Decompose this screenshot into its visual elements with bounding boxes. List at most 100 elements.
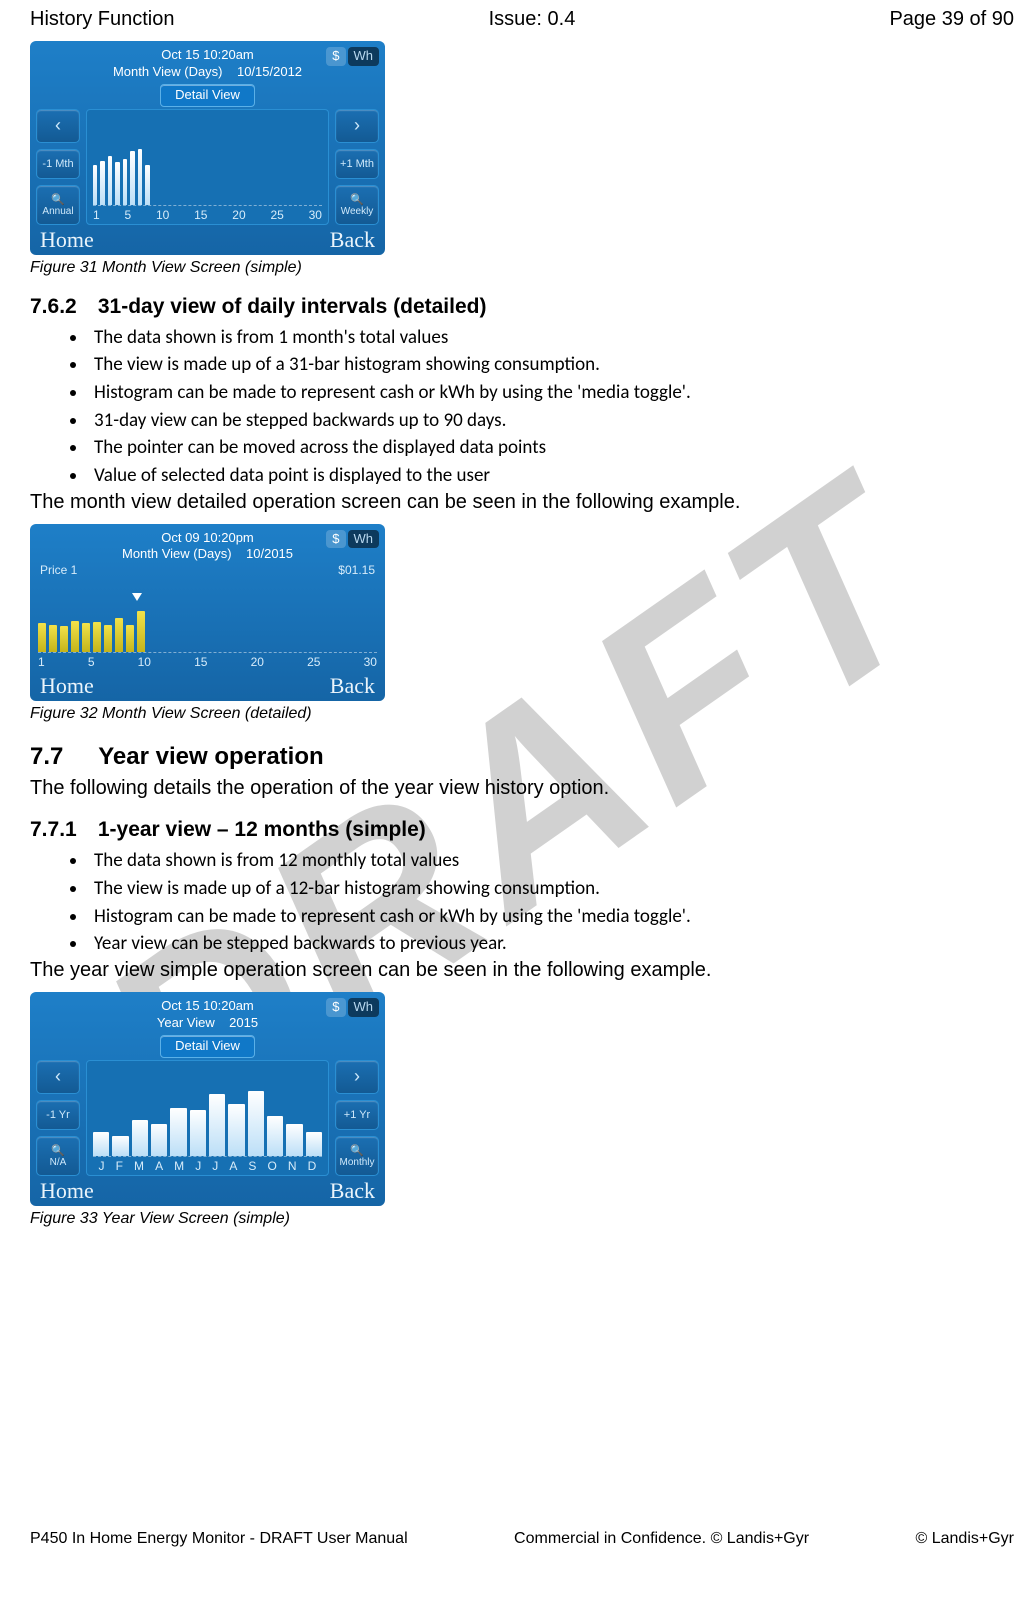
x-tick: O bbox=[267, 1159, 276, 1173]
month-simple-chart: 151015202530 bbox=[86, 109, 329, 225]
x-tick: J bbox=[99, 1159, 105, 1173]
prev-arrow-button[interactable]: ‹ bbox=[36, 109, 80, 143]
zoom-monthly-label: Monthly bbox=[339, 1157, 374, 1168]
year-simple-chart: JFMAMJJASOND bbox=[86, 1060, 329, 1176]
x-tick: 15 bbox=[194, 208, 207, 222]
bullet-item: Histogram can be made to represent cash … bbox=[88, 904, 1014, 930]
toggle-cash[interactable]: $ bbox=[326, 998, 345, 1017]
month-detailed-chart: 151015202530 bbox=[36, 579, 379, 671]
chevron-right-icon: › bbox=[354, 115, 360, 136]
pointer-icon[interactable] bbox=[132, 593, 142, 601]
magnifier-icon: 🔍 bbox=[350, 1144, 364, 1157]
back-button[interactable]: Back bbox=[330, 673, 375, 699]
section-7-6-2-heading: 7.6.2 31-day view of daily intervals (de… bbox=[30, 295, 1014, 319]
bar bbox=[82, 623, 90, 652]
toggle-kwh[interactable]: Wh bbox=[348, 998, 380, 1017]
x-tick: D bbox=[308, 1159, 317, 1173]
bullet-item: Histogram can be made to represent cash … bbox=[88, 380, 1014, 406]
zoom-na-label: N/A bbox=[50, 1157, 67, 1168]
x-axis-labels: 151015202530 bbox=[38, 653, 377, 669]
bar bbox=[71, 621, 79, 652]
detail-view-button[interactable]: Detail View bbox=[160, 1035, 255, 1058]
prev-month-button[interactable]: -1 Mth bbox=[36, 149, 80, 179]
zoom-annual-button[interactable]: 🔍 Annual bbox=[36, 185, 80, 225]
bullet-item: The view is made up of a 12-bar histogra… bbox=[88, 876, 1014, 902]
zoom-weekly-button[interactable]: 🔍 Weekly bbox=[335, 185, 379, 225]
bar bbox=[93, 1132, 109, 1156]
price-label: Price 1 bbox=[40, 563, 77, 577]
bullets-762: The data shown is from 1 month's total v… bbox=[30, 325, 1014, 489]
bullet-item: The data shown is from 1 month's total v… bbox=[88, 325, 1014, 351]
bars-container bbox=[38, 583, 377, 653]
x-tick: 5 bbox=[88, 655, 95, 669]
bar bbox=[145, 165, 149, 205]
section-number: 7.7 bbox=[30, 743, 92, 771]
media-toggle[interactable]: $ Wh bbox=[326, 998, 379, 1017]
home-button[interactable]: Home bbox=[40, 1178, 94, 1204]
section-title: 31-day view of daily intervals (detailed… bbox=[98, 295, 487, 318]
bar bbox=[108, 156, 112, 205]
x-tick: 10 bbox=[156, 208, 169, 222]
x-axis-labels: JFMAMJJASOND bbox=[93, 1157, 322, 1173]
subtitle-right: 10/2015 bbox=[246, 546, 293, 561]
home-button[interactable]: Home bbox=[40, 227, 94, 253]
footer-right: © Landis+Gyr bbox=[916, 1530, 1015, 1548]
x-tick: 10 bbox=[138, 655, 151, 669]
footer-left: P450 In Home Energy Monitor - DRAFT User… bbox=[30, 1530, 408, 1548]
toggle-kwh[interactable]: Wh bbox=[348, 530, 380, 549]
prev-year-button[interactable]: -1 Yr bbox=[36, 1100, 80, 1130]
device-month-detailed: $ Wh Oct 09 10:20pm Month View (Days) 10… bbox=[30, 524, 385, 702]
device-year-simple: $ Wh Oct 15 10:20am Year View 2015 Detai… bbox=[30, 992, 385, 1206]
detail-view-button[interactable]: Detail View bbox=[160, 84, 255, 107]
zoom-monthly-button[interactable]: 🔍 Monthly bbox=[335, 1136, 379, 1176]
bar bbox=[49, 625, 57, 653]
media-toggle[interactable]: $ Wh bbox=[326, 47, 379, 66]
x-tick: M bbox=[174, 1159, 184, 1173]
bar bbox=[123, 159, 127, 205]
header-left: History Function bbox=[30, 8, 175, 31]
next-month-button[interactable]: +1 Mth bbox=[335, 149, 379, 179]
para-after-762: The month view detailed operation screen… bbox=[30, 491, 1014, 514]
price-value: $01.15 bbox=[338, 563, 375, 577]
next-arrow-button[interactable]: › bbox=[335, 109, 379, 143]
toggle-kwh[interactable]: Wh bbox=[348, 47, 380, 66]
back-button[interactable]: Back bbox=[330, 1178, 375, 1204]
bar bbox=[112, 1136, 128, 1156]
media-toggle[interactable]: $ Wh bbox=[326, 530, 379, 549]
chevron-left-icon: ‹ bbox=[55, 115, 61, 136]
back-button[interactable]: Back bbox=[330, 227, 375, 253]
x-tick: 25 bbox=[307, 655, 320, 669]
home-button[interactable]: Home bbox=[40, 673, 94, 699]
x-tick: 15 bbox=[194, 655, 207, 669]
figure-33-caption: Figure 33 Year View Screen (simple) bbox=[30, 1210, 1014, 1228]
zoom-out-button[interactable]: 🔍 N/A bbox=[36, 1136, 80, 1176]
bar bbox=[209, 1094, 225, 1156]
x-tick: N bbox=[288, 1159, 297, 1173]
prev-arrow-button[interactable]: ‹ bbox=[36, 1060, 80, 1094]
bullet-item: 31-day view can be stepped backwards up … bbox=[88, 408, 1014, 434]
bullet-item: Value of selected data point is displaye… bbox=[88, 463, 1014, 489]
section-title: 1-year view – 12 months (simple) bbox=[98, 818, 426, 841]
toggle-cash[interactable]: $ bbox=[326, 47, 345, 66]
bar bbox=[306, 1132, 322, 1156]
bar bbox=[130, 151, 134, 205]
toggle-cash[interactable]: $ bbox=[326, 530, 345, 549]
bar bbox=[93, 622, 101, 652]
bar bbox=[100, 161, 104, 204]
bar bbox=[115, 162, 119, 205]
bullet-item: The data shown is from 12 monthly total … bbox=[88, 848, 1014, 874]
header-center: Issue: 0.4 bbox=[489, 8, 576, 31]
page-header: History Function Issue: 0.4 Page 39 of 9… bbox=[30, 8, 1014, 31]
bar bbox=[104, 625, 112, 653]
figure-32-caption: Figure 32 Month View Screen (detailed) bbox=[30, 705, 1014, 723]
chevron-left-icon: ‹ bbox=[55, 1066, 61, 1087]
x-tick: A bbox=[155, 1159, 163, 1173]
bar bbox=[228, 1104, 244, 1155]
next-year-button[interactable]: +1 Yr bbox=[335, 1100, 379, 1130]
next-arrow-button[interactable]: › bbox=[335, 1060, 379, 1094]
subtitle-left: Month View (Days) bbox=[113, 64, 223, 79]
bullet-item: The view is made up of a 31-bar histogra… bbox=[88, 352, 1014, 378]
section-7-7-1-heading: 7.7.1 1-year view – 12 months (simple) bbox=[30, 818, 1014, 842]
magnifier-icon: 🔍 bbox=[51, 193, 65, 206]
bars-container bbox=[93, 126, 322, 206]
